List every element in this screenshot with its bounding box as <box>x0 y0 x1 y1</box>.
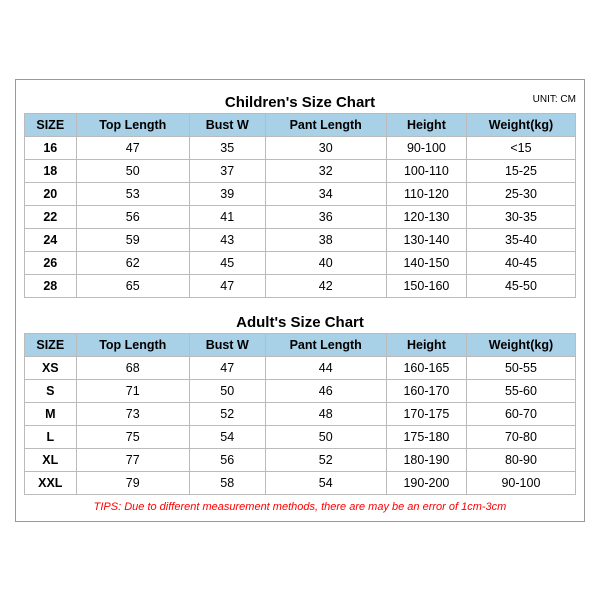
table-row: XXL795854190-20090-100 <box>25 471 576 494</box>
children-col-pant-length: Pant Length <box>265 113 386 136</box>
table-row: XS684744160-16550-55 <box>25 356 576 379</box>
children-col-weight: Weight(kg) <box>466 113 575 136</box>
table-row: 28654742150-16045-50 <box>25 274 576 297</box>
table-row: 20533934110-12025-30 <box>25 182 576 205</box>
adults-size-table: SIZE Top Length Bust W Pant Length Heigh… <box>24 333 576 495</box>
adults-header-row: SIZE Top Length Bust W Pant Length Heigh… <box>25 333 576 356</box>
children-size-table: SIZE Top Length Bust W Pant Length Heigh… <box>24 113 576 298</box>
table-row: 26624540140-15040-45 <box>25 251 576 274</box>
unit-label: UNIT: CM <box>533 94 576 105</box>
children-col-top-length: Top Length <box>76 113 189 136</box>
table-row: S715046160-17055-60 <box>25 379 576 402</box>
adults-col-size: SIZE <box>25 333 77 356</box>
table-row: 18503732100-11015-25 <box>25 159 576 182</box>
children-header-row: SIZE Top Length Bust W Pant Length Heigh… <box>25 113 576 136</box>
adults-col-height: Height <box>386 333 466 356</box>
size-chart-container: Children's Size Chart UNIT: CM SIZE Top … <box>15 79 585 522</box>
adults-section-title: Adult's Size Chart <box>24 308 576 333</box>
adults-col-weight: Weight(kg) <box>466 333 575 356</box>
tips-text: TIPS: Due to different measurement metho… <box>24 501 576 513</box>
table-row: M735248170-17560-70 <box>25 402 576 425</box>
children-col-bust-w: Bust W <box>189 113 265 136</box>
table-row: 22564136120-13030-35 <box>25 205 576 228</box>
children-title-text: Children's Size Chart <box>225 94 375 111</box>
children-section-title: Children's Size Chart UNIT: CM <box>24 88 576 113</box>
children-col-size: SIZE <box>25 113 77 136</box>
children-col-height: Height <box>386 113 466 136</box>
table-row: XL775652180-19080-90 <box>25 448 576 471</box>
adults-col-top-length: Top Length <box>76 333 189 356</box>
adults-title-text: Adult's Size Chart <box>236 314 364 331</box>
adults-col-bust-w: Bust W <box>189 333 265 356</box>
table-row: L755450175-18070-80 <box>25 425 576 448</box>
table-row: 1647353090-100<15 <box>25 136 576 159</box>
table-row: 24594338130-14035-40 <box>25 228 576 251</box>
adults-col-pant-length: Pant Length <box>265 333 386 356</box>
